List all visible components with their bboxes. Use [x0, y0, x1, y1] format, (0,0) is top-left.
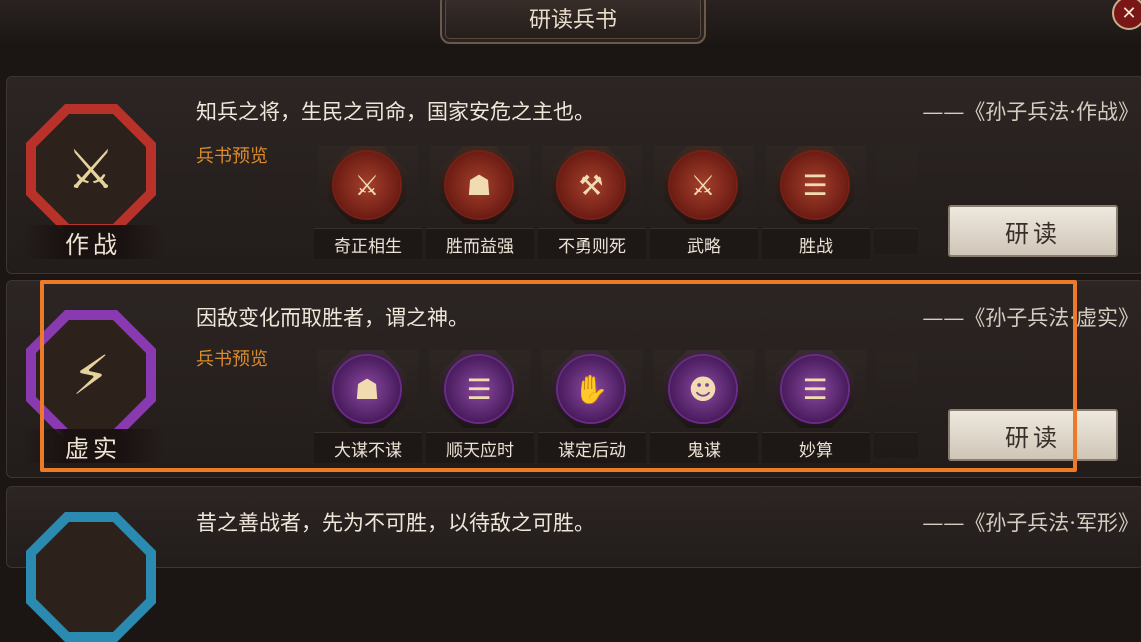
skill-card[interactable]: ☻ 鬼谋 [650, 350, 758, 463]
emblem-label: 作战 [22, 225, 164, 259]
book-source: ——《孙子兵法·作战》 [922, 100, 1139, 124]
preview-label: 兵书预览 [196, 349, 268, 370]
skill-name: 胜而益强 [426, 228, 534, 259]
study-button[interactable]: 研读 [948, 409, 1118, 461]
skill-name: 谋定后动 [538, 432, 646, 463]
skill-card[interactable]: ⚔ 奇正相生 [314, 146, 422, 259]
crossed-swords-icon: ⚔ [66, 137, 116, 201]
book-source: ——《孙子兵法·军形》 [922, 511, 1139, 535]
skill-card[interactable]: ☗ 大谋不谋 [314, 350, 422, 463]
emblem-zuozhan: ⚔ [26, 104, 156, 234]
skill-card-partial [874, 350, 918, 458]
study-button[interactable]: 研读 [948, 205, 1118, 257]
skill-card[interactable]: ✋ 谋定后动 [538, 350, 646, 463]
page-title: 研读兵书 [440, 0, 706, 44]
skill-card[interactable]: ☰ 妙算 [762, 350, 870, 463]
skill-card[interactable]: ⚒ 不勇则死 [538, 146, 646, 259]
general-icon: ☗ [446, 152, 512, 218]
skill-card[interactable]: ☰ 顺天应时 [426, 350, 534, 463]
skill-name: 奇正相生 [314, 228, 422, 259]
warrior-icon: ⚒ [558, 152, 624, 218]
skill-card[interactable]: ☗ 胜而益强 [426, 146, 534, 259]
book-source: ——《孙子兵法·虚实》 [922, 306, 1139, 330]
hand-icon: ✋ [558, 356, 624, 422]
book-quote: 知兵之将，生民之司命，国家安危之主也。 [196, 100, 595, 124]
skill-name: 大谋不谋 [314, 432, 422, 463]
skill-card[interactable]: ⚔ 武略 [650, 146, 758, 259]
sword-bearer-icon: ⚔ [334, 152, 400, 218]
preview-label: 兵书预览 [196, 146, 268, 167]
skill-name: 顺天应时 [426, 432, 534, 463]
skill-card-partial [874, 146, 918, 254]
skill-name: 鬼谋 [650, 432, 758, 463]
skill-card[interactable]: ☰ 胜战 [762, 146, 870, 259]
skill-name: 胜战 [762, 228, 870, 259]
skill-name: 不勇则死 [538, 228, 646, 259]
emblem-xushi: ⚡ [26, 310, 156, 440]
emblem-junxing [26, 512, 156, 642]
blade-icon: ⚔ [670, 152, 736, 218]
lightning-banner-icon: ⚡ [72, 343, 110, 407]
emblem-label: 虚实 [22, 429, 164, 463]
scroll-icon: ☰ [782, 356, 848, 422]
scroll-icon: ☰ [782, 152, 848, 218]
heaven-scroll-icon: ☰ [446, 356, 512, 422]
book-quote: 因敌变化而取胜者，谓之神。 [196, 306, 469, 330]
strategist-icon: ☗ [334, 356, 400, 422]
skill-name: 妙算 [762, 432, 870, 463]
skill-name: 武略 [650, 228, 758, 259]
book-quote: 昔之善战者，先为不可胜，以待敌之可胜。 [196, 511, 595, 535]
masked-figure-icon: ☻ [670, 356, 736, 422]
